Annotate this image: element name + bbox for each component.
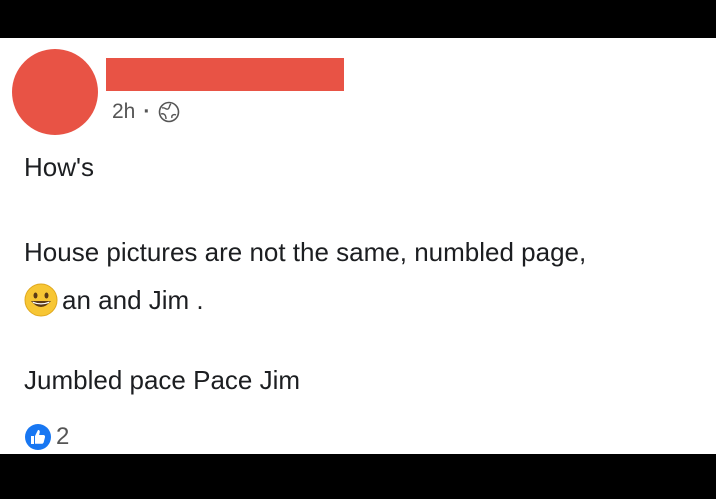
post-text-line: House pictures are not the same, numbled…	[24, 237, 587, 267]
post-text-line: Jumbled pace Pace Jim	[24, 365, 301, 395]
globe-icon[interactable]	[158, 101, 180, 123]
post-card: 2h · How's House pictures are not the sa…	[0, 38, 716, 454]
redacted-author-name[interactable]	[106, 58, 344, 91]
post-meta: 2h ·	[112, 100, 180, 124]
reaction-count[interactable]: 2	[56, 423, 69, 451]
avatar[interactable]	[12, 49, 98, 135]
like-icon[interactable]	[24, 423, 52, 451]
reactions-summary[interactable]: 2	[24, 423, 69, 451]
timestamp[interactable]: 2h	[112, 100, 135, 124]
post-text-line: an and Jim .	[24, 283, 204, 317]
meta-separator: ·	[143, 100, 151, 123]
post-text-segment: an and Jim .	[62, 284, 204, 315]
grinning-face-emoji-icon	[24, 283, 58, 317]
post-text-line: How's	[24, 152, 94, 182]
